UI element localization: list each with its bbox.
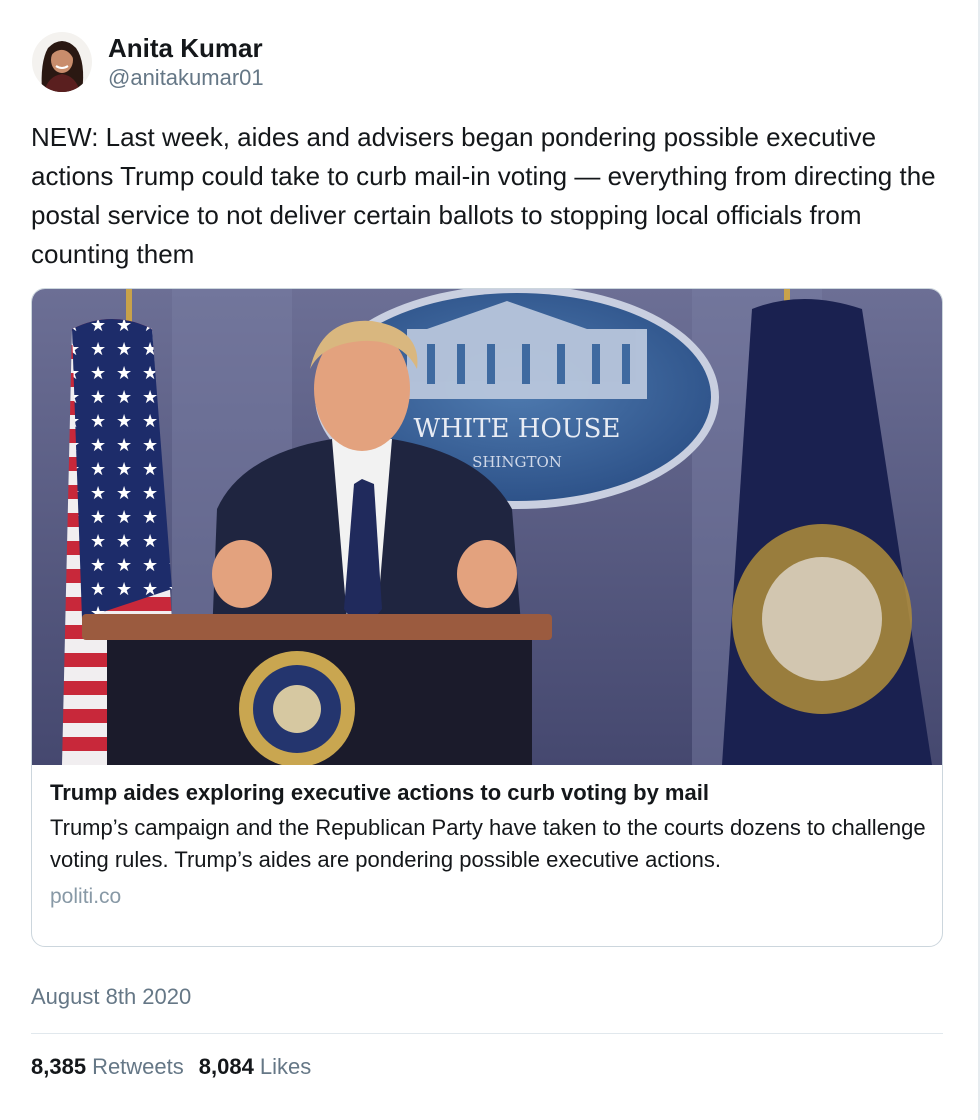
likes-stat[interactable]: 8,084 Likes bbox=[199, 1054, 311, 1080]
likes-label: Likes bbox=[259, 1054, 312, 1079]
author-display-name[interactable]: Anita Kumar bbox=[108, 32, 264, 64]
tweet-header: Anita Kumar @anitakumar01 bbox=[32, 30, 264, 94]
likes-count: 8,084 bbox=[198, 1054, 254, 1079]
retweets-stat[interactable]: 8,385 Retweets bbox=[31, 1054, 184, 1080]
card-title[interactable]: Trump aides exploring executive actions … bbox=[50, 778, 930, 808]
retweets-label: Retweets bbox=[92, 1054, 184, 1079]
card-description: Trump’s campaign and the Republican Part… bbox=[50, 815, 926, 872]
card-image-subcaption: SHINGTON bbox=[472, 453, 562, 471]
tweet-timestamp[interactable]: August 8th 2020 bbox=[31, 984, 191, 1010]
card-image-caption: WHITE HOUSE bbox=[414, 414, 621, 444]
avatar[interactable] bbox=[32, 32, 92, 92]
tweet-text: NEW: Last week, aides and advisers began… bbox=[31, 122, 936, 269]
link-card[interactable]: ★ bbox=[31, 288, 943, 947]
retweets-count: 8,385 bbox=[31, 1054, 87, 1079]
card-domain[interactable]: politi.co bbox=[50, 882, 930, 912]
card-image[interactable]: ★ bbox=[32, 289, 942, 767]
tweet-stats: 8,385 Retweets 8,084 Likes bbox=[31, 1054, 326, 1080]
divider bbox=[31, 1033, 943, 1034]
author-handle[interactable]: @anitakumar01 bbox=[108, 64, 264, 92]
